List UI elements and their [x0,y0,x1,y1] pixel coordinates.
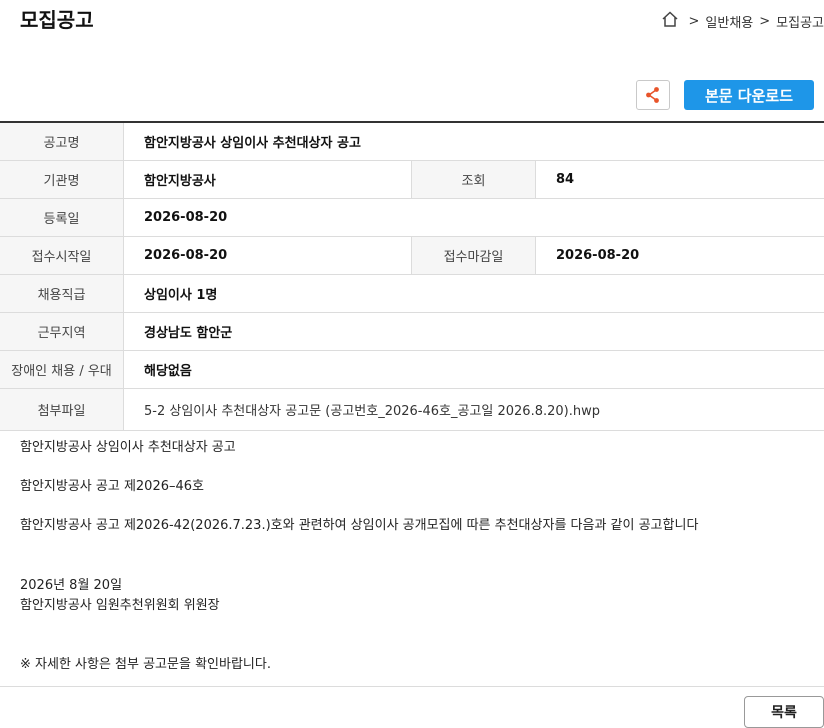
table-row: 장애인 채용 / 우대 해당없음 [0,351,824,389]
table-row: 접수시작일 2026-08-20 접수마감일 2026-08-20 [0,237,824,275]
reg-date-label: 등록일 [0,199,124,237]
home-icon[interactable] [661,10,683,32]
divider [0,686,824,687]
attachment-link[interactable]: 5-2 상임이사 추천대상자 공고문 (공고번호_2026-46호_공고일 20… [124,389,824,431]
notice-info-table: 공고명 함안지방공사 상임이사 추천대상자 공고 기관명 함안지방공사 조회 8… [0,121,824,431]
breadcrumb-separator: > [689,14,700,29]
breadcrumb-item-recruitment[interactable]: 모집공고 [776,12,824,31]
org-label: 기관명 [0,161,124,199]
start-date-value: 2026-08-20 [124,237,412,275]
disabled-hiring-label: 장애인 채용 / 우대 [0,351,124,389]
body-signer: 함안지방공사 임원추천위원회 위원장 [20,596,698,616]
body-date: 2026년 8월 20일 [20,576,698,596]
breadcrumb: > 일반채용 > 모집공고 [661,10,824,32]
share-icon [644,86,662,104]
notice-body: 함안지방공사 상임이사 추천대상자 공고 함안지방공사 공고 제2026–46호… [20,438,698,675]
breadcrumb-item-general-hiring[interactable]: 일반채용 [705,12,753,31]
title-label: 공고명 [0,122,124,161]
views-value: 84 [536,161,824,199]
table-row: 근무지역 경상남도 함안군 [0,313,824,351]
table-row: 등록일 2026-08-20 [0,199,824,237]
reg-date-value: 2026-08-20 [124,199,824,237]
location-label: 근무지역 [0,313,124,351]
table-row: 채용직급 상임이사 1명 [0,275,824,313]
body-note: ※ 자세한 사항은 첨부 공고문을 확인바랍니다. [20,655,698,675]
views-label: 조회 [412,161,536,199]
list-button[interactable]: 목록 [744,696,824,728]
location-value: 경상남도 함안군 [124,313,824,351]
body-paragraph: 함안지방공사 공고 제2026-42(2026.7.23.)호와 관련하여 상임… [20,516,698,536]
body-heading: 함안지방공사 상임이사 추천대상자 공고 [20,438,698,458]
table-row: 첨부파일 5-2 상임이사 추천대상자 공고문 (공고번호_2026-46호_공… [0,389,824,431]
table-row: 기관명 함안지방공사 조회 84 [0,161,824,199]
end-date-label: 접수마감일 [412,237,536,275]
position-label: 채용직급 [0,275,124,313]
end-date-value: 2026-08-20 [536,237,824,275]
page-title: 모집공고 [20,4,94,33]
table-row: 공고명 함안지방공사 상임이사 추천대상자 공고 [0,122,824,161]
breadcrumb-separator: > [759,14,770,29]
org-value: 함안지방공사 [124,161,412,199]
position-value: 상임이사 1명 [124,275,824,313]
download-body-button[interactable]: 본문 다운로드 [684,80,814,110]
share-button[interactable] [636,80,670,110]
disabled-hiring-value: 해당없음 [124,351,824,389]
start-date-label: 접수시작일 [0,237,124,275]
title-value: 함안지방공사 상임이사 추천대상자 공고 [124,122,824,161]
body-notice-number: 함안지방공사 공고 제2026–46호 [20,477,698,497]
attachment-label: 첨부파일 [0,389,124,431]
